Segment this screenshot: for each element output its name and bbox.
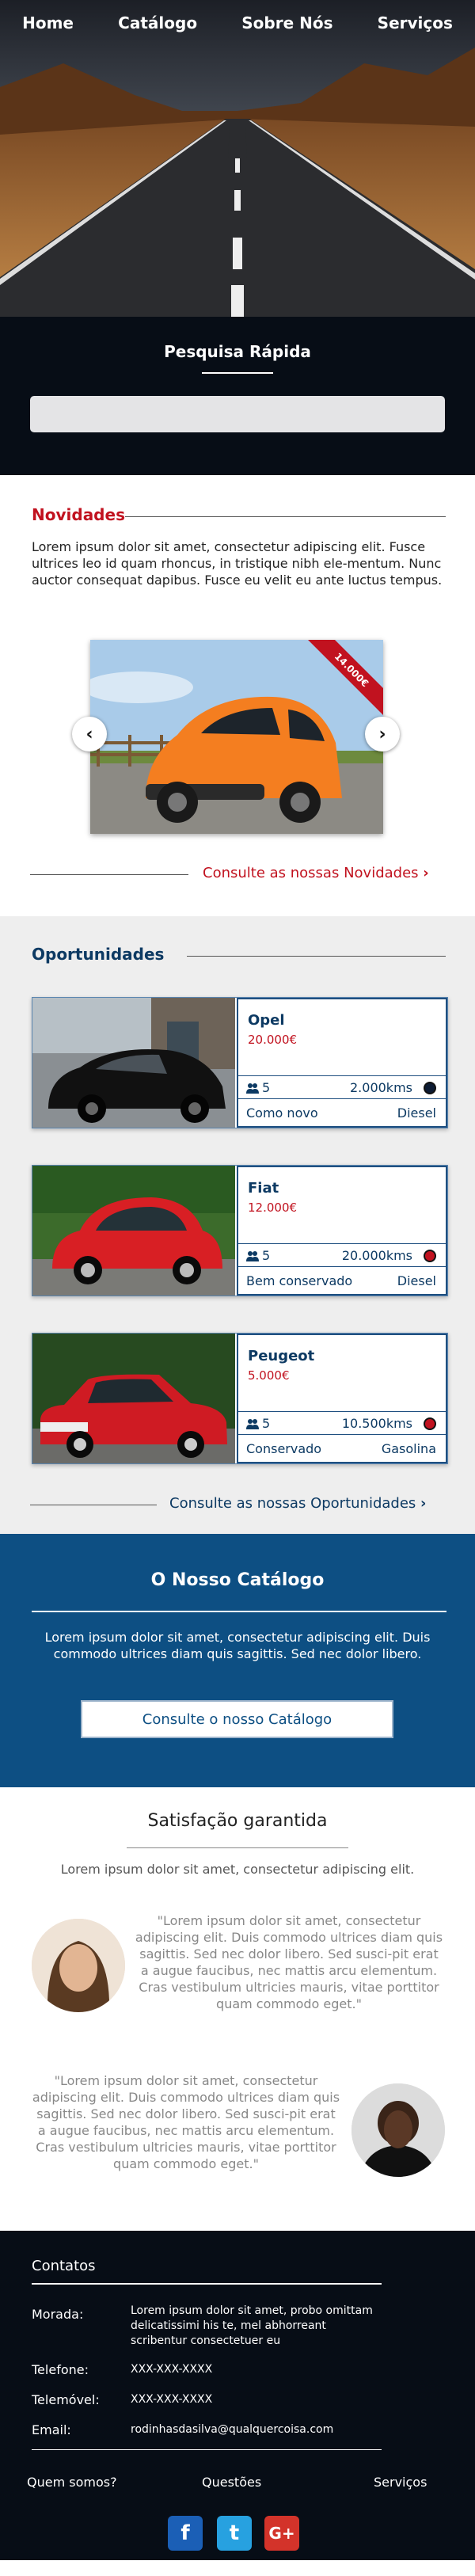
catalogo-section: O Nosso Catálogo Lorem ipsum dolor sit a… [0,1534,475,1787]
car-brand: Peugeot [248,1348,315,1364]
footer-telefone-label: Telefone: [32,2362,89,2377]
footer-telefone-value: XXX-XXX-XXXX [131,2363,213,2376]
chevron-right-icon: › [423,865,429,881]
car-info: Opel 20.000€ 5 2.000kms Como novo Diesel [237,998,447,1128]
car-brand: Fiat [248,1180,279,1197]
car-price: 5.000€ [248,1368,290,1383]
car-condition: Bem conservado [246,1273,353,1288]
footer-divider [32,2449,382,2450]
novidades-text: Lorem ipsum dolor sit amet, consectetur … [32,539,443,588]
car-seats: 5 [262,1080,271,1095]
satisfacao-subtitle: Lorem ipsum dolor sit amet, consectetur … [60,1862,415,1877]
nav-sobre-nos[interactable]: Sobre Nós [241,13,332,32]
search-title-underline [202,372,273,374]
car-info: Peugeot 5.000€ 5 10.500kms Conservado Ga… [237,1334,447,1463]
oportunidades-link-label: Consulte as nossas Oportunidades [169,1495,416,1512]
novidades-title-line [125,516,446,517]
novidades-title: Novidades [32,505,125,524]
catalogo-title: O Nosso Catálogo [150,1570,325,1590]
car-fuel: Gasolina [381,1441,436,1456]
twitter-glyph: t [229,2521,240,2545]
people-icon [246,1419,259,1429]
footer-nav-servicos[interactable]: Serviços [374,2475,427,2490]
chevron-right-icon: › [420,1495,427,1512]
google-plus-icon[interactable]: G+ [264,2516,299,2551]
car-kms: 10.500kms [341,1416,412,1431]
avatar [32,1919,125,2012]
car-photo [32,1166,235,1296]
footer-morada-value: Lorem ipsum dolor sit amet, probo omitta… [131,2304,373,2347]
footer-nav-questoes[interactable]: Questões [202,2475,261,2490]
car-seats: 5 [262,1416,271,1431]
satisfacao-title-line [127,1847,348,1848]
search-input[interactable] [30,396,445,432]
carousel-prev-button[interactable]: ‹ [72,717,107,751]
novidades-section: Novidades Lorem ipsum dolor sit amet, co… [0,475,475,916]
car-price: 20.000€ [248,1033,298,1047]
novidades-link-line [30,874,188,875]
satisfacao-section: Satisfação garantida Lorem ipsum dolor s… [0,1787,475,2231]
car-condition: Como novo [246,1105,318,1121]
car-card[interactable]: Fiat 12.000€ 5 20.000kms Bem conservado … [32,1165,448,1296]
chevron-right-icon: › [378,724,386,744]
car-condition: Conservado [246,1441,322,1456]
testimonial-quote-2: "Lorem ipsum dolor sit amet, consectetur… [32,2073,340,2171]
footer-contacts-title: Contatos [32,2258,96,2274]
footer-nav-quem-somos[interactable]: Quem somos? [27,2475,117,2490]
novidades-carousel[interactable]: 14.000€ [90,640,383,834]
catalogo-title-line [32,1611,446,1612]
footer-telemovel-label: Telemóvel: [32,2392,100,2407]
status-dot-icon [424,1417,436,1430]
nav-servicos[interactable]: Serviços [378,13,453,32]
car-fuel: Diesel [397,1105,436,1121]
facebook-icon[interactable]: f [168,2516,203,2551]
footer-email-label: Email: [32,2422,71,2437]
car-brand: Opel [248,1012,285,1029]
car-card[interactable]: Peugeot 5.000€ 5 10.500kms Conservado Ga… [32,1333,448,1464]
car-kms: 20.000kms [341,1248,412,1263]
oportunidades-title-line [187,956,446,957]
footer-contacts-line [32,2283,382,2285]
avatar [352,2083,445,2177]
main-nav: Home Catálogo Sobre Nós Serviços [0,0,475,46]
status-dot-icon [424,1082,436,1094]
novidades-link[interactable]: Consulte as nossas Novidades › [203,865,429,881]
hero-section: Home Catálogo Sobre Nós Serviços Pesquis… [0,0,475,475]
car-photo [32,1334,235,1463]
car-kms: 2.000kms [350,1080,412,1095]
car-stats: 5 10.500kms [238,1411,446,1435]
catalogo-button[interactable]: Consulte o nosso Catálogo [81,1700,393,1738]
people-icon [246,1083,259,1094]
car-stats: 5 20.000kms [238,1243,446,1267]
footer-telemovel-value: XXX-XXX-XXXX [131,2393,213,2406]
search-title: Pesquisa Rápida [164,342,311,361]
catalogo-text: Lorem ipsum dolor sit amet, consectetur … [44,1630,431,1661]
footer: Contatos Morada: Lorem ipsum dolor sit a… [0,2231,475,2560]
satisfacao-title: Satisfação garantida [147,1811,328,1831]
car-info: Fiat 12.000€ 5 20.000kms Bem conservado … [237,1166,447,1296]
chevron-left-icon: ‹ [86,724,93,744]
people-icon [246,1251,259,1261]
car-stats: 5 2.000kms [238,1075,446,1099]
car-price: 12.000€ [248,1200,298,1215]
footer-morada-label: Morada: [32,2307,84,2322]
twitter-icon[interactable]: t [217,2516,252,2551]
car-photo [32,998,235,1128]
nav-home[interactable]: Home [22,13,74,32]
footer-email-value: rodinhasdasilva@qualquercoisa.com [131,2423,334,2436]
google-plus-glyph: G+ [268,2524,295,2543]
status-dot-icon [424,1250,436,1262]
facebook-glyph: f [180,2521,190,2545]
nav-catalogo[interactable]: Catálogo [118,13,197,32]
oportunidades-section: Oportunidades Opel 20.000€ 5 2.000kms Co… [0,916,475,1534]
hero-road-image [0,0,475,317]
oportunidades-link[interactable]: Consulte as nossas Oportunidades › [169,1495,426,1512]
car-seats: 5 [262,1248,271,1263]
oportunidades-title: Oportunidades [32,945,165,964]
novidades-link-label: Consulte as nossas Novidades [203,865,419,881]
car-fuel: Diesel [397,1273,436,1288]
carousel-next-button[interactable]: › [365,717,400,751]
testimonial-quote-1: "Lorem ipsum dolor sit amet, consectetur… [135,1913,443,2011]
car-card[interactable]: Opel 20.000€ 5 2.000kms Como novo Diesel [32,997,448,1128]
